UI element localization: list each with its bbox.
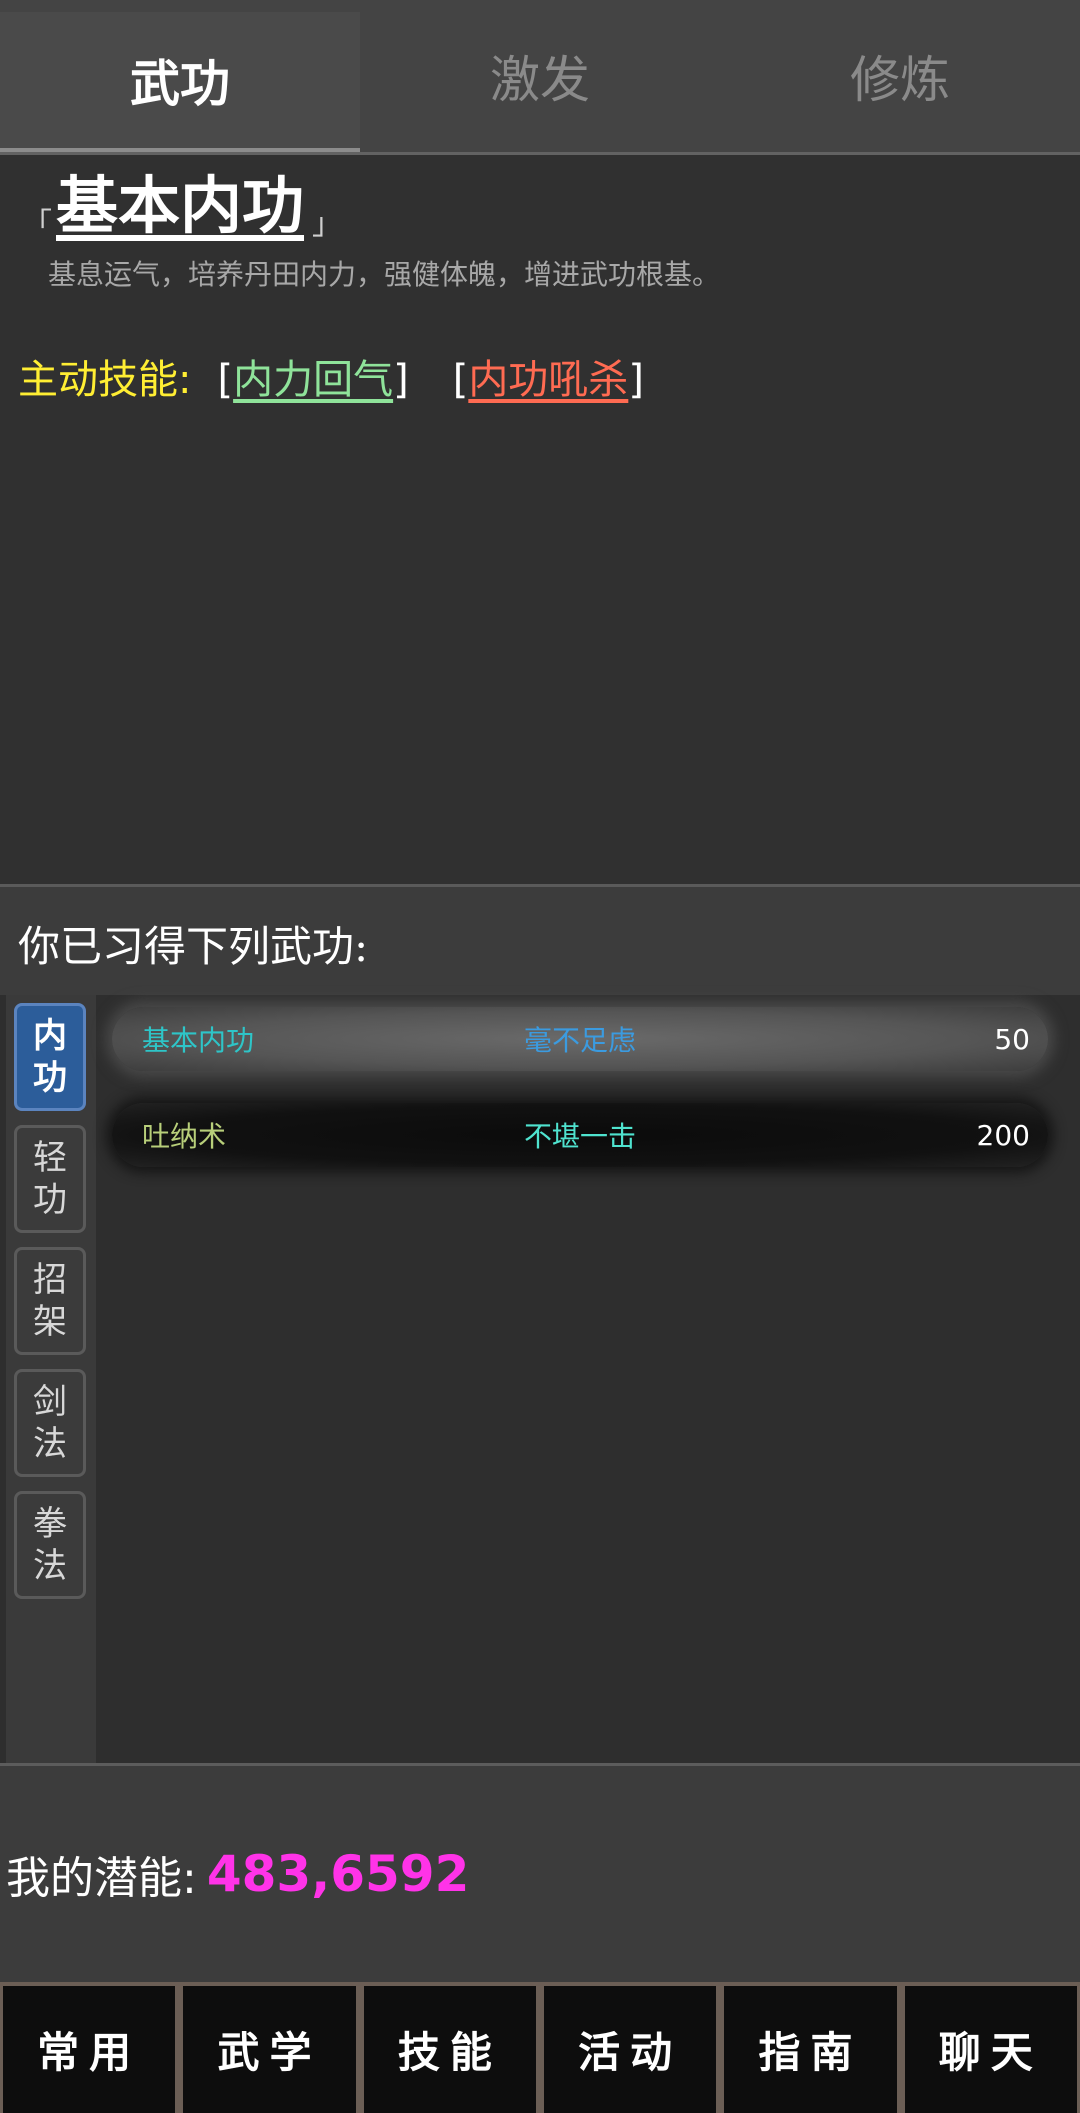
nav-button-wuxue[interactable]: 武学 <box>183 1986 356 2113</box>
skill-row-value: 200 <box>976 1118 1030 1152</box>
potential-label: 我的潜能: <box>6 1853 197 1904</box>
bottom-nav-bar: 常用 武学 技能 活动 指南 聊天 <box>0 1982 1080 2113</box>
skill-row-name: 吐纳术 <box>142 1120 227 1153</box>
skill-list-row[interactable]: 基本内功 毫不足虑 50 <box>112 1007 1048 1071</box>
learned-skills-panel: 内功 轻功 招架 剑法 拳法 基本内功 毫不足虑 50 吐纳术 不堪一击 200 <box>0 995 1080 1763</box>
potential-row: 我的潜能: 483,6592 <box>6 1842 469 1906</box>
category-sidebar: 内功 轻功 招架 剑法 拳法 <box>6 995 96 1763</box>
category-neigong[interactable]: 内功 <box>14 1003 86 1111</box>
skill-detail-panel: 「 基本内功 」 基息运气，培养丹田内力，强健体魄，增进武功根基。 主动技能: … <box>0 155 1080 885</box>
title-open-bracket: 「 <box>22 207 52 242</box>
skill-row-level: 不堪一击 <box>524 1120 637 1153</box>
learned-title: 你已习得下列武功: <box>18 922 369 971</box>
active-skill-name: 内功吼杀 <box>468 357 629 403</box>
skill-description: 基息运气，培养丹田内力，强健体魄，增进武功根基。 <box>48 258 721 291</box>
skill-row-name: 基本内功 <box>142 1024 255 1057</box>
nav-button-jineng[interactable]: 技能 <box>363 1986 536 2113</box>
learned-header: 你已习得下列武功: <box>0 887 1080 995</box>
active-skill-link-neigong-housha[interactable]: [内功吼杀] <box>453 347 644 405</box>
skill-title[interactable]: 基本内功 <box>56 161 304 251</box>
active-skills-row: 主动技能: [内力回气] [内功吼杀] <box>18 347 644 405</box>
skill-row-level: 毫不足虑 <box>524 1024 637 1057</box>
skill-row-value: 50 <box>994 1022 1030 1056</box>
category-zhaojia[interactable]: 招架 <box>14 1247 86 1355</box>
category-jianfa[interactable]: 剑法 <box>14 1369 86 1477</box>
top-tab-bar: 武功 激发 修炼 <box>0 0 1080 152</box>
category-qinggong[interactable]: 轻功 <box>14 1125 86 1233</box>
title-close-bracket: 」 <box>312 207 343 242</box>
category-quanfa[interactable]: 拳法 <box>14 1491 86 1599</box>
tab-xiulian[interactable]: 修炼 <box>720 0 1080 152</box>
nav-button-liaotian[interactable]: 聊天 <box>904 1986 1077 2113</box>
skill-title-row: 「 基本内功 」 <box>22 161 342 251</box>
nav-button-huodong[interactable]: 活动 <box>543 1986 717 2113</box>
nav-button-zhinan[interactable]: 指南 <box>724 1986 897 2113</box>
potential-value: 483,6592 <box>206 1845 470 1903</box>
tab-jifa[interactable]: 激发 <box>360 0 720 152</box>
active-skill-name: 内力回气 <box>233 357 394 403</box>
active-skills-label: 主动技能: <box>18 357 192 403</box>
active-skill-link-neili-huiqi[interactable]: [内力回气] <box>217 347 408 405</box>
skill-list-row[interactable]: 吐纳术 不堪一击 200 <box>112 1103 1048 1167</box>
nav-button-changyong[interactable]: 常用 <box>3 1986 176 2113</box>
tab-wugong[interactable]: 武功 <box>0 12 360 152</box>
potential-panel: 我的潜能: 483,6592 <box>0 1766 1080 1982</box>
